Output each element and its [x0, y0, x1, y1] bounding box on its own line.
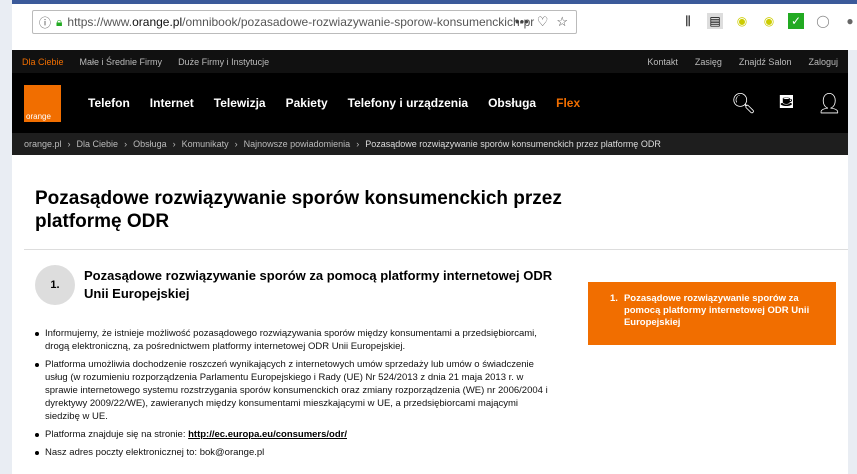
- menu-obsluga[interactable]: Obsługa: [488, 96, 536, 110]
- list-item: Informujemy, że istnieje możliwość pozas…: [34, 327, 554, 353]
- list-item: Platforma znajduje się na stronie: http:…: [34, 428, 554, 441]
- content-list: Informujemy, że istnieje możliwość pozas…: [34, 327, 554, 464]
- menu-internet[interactable]: Internet: [150, 96, 194, 110]
- info-icon[interactable]: ⓘ: [39, 14, 51, 31]
- menu-telefony[interactable]: Telefony i urządzenia: [348, 96, 468, 110]
- more-button[interactable]: •••: [515, 14, 529, 30]
- divider: [24, 249, 848, 250]
- check-extension-icon[interactable]: ✓: [788, 13, 804, 29]
- bookmark-star-icon[interactable]: ☆: [556, 14, 568, 30]
- topnav-dla-ciebie[interactable]: Dla Ciebie: [22, 57, 64, 67]
- library-icon[interactable]: ⫼: [680, 13, 696, 29]
- page-title: Pozasądowe rozwiązywanie sporów konsumen…: [35, 188, 562, 232]
- crumb-current: Pozasądowe rozwiązywanie sporów konsumen…: [365, 139, 661, 149]
- topnav-kontakt[interactable]: Kontakt: [647, 57, 678, 67]
- sidebar-toc-item[interactable]: 1. Pozasądowe rozwiązywanie sporów za pom…: [588, 282, 836, 345]
- search-icon[interactable]: 🔍︎: [731, 91, 756, 116]
- breadcrumb: orange.pl › Dla Ciebie › Obsługa › Komunika…: [12, 133, 848, 155]
- account-icon[interactable]: ●: [842, 13, 857, 29]
- pocket-icon[interactable]: ♡: [537, 14, 549, 30]
- browser-toolbar: ⓘ 🔒︎ https://www.orange.pl/omnibook/poza…: [12, 0, 857, 50]
- crumb-powiadomienia[interactable]: Najnowsze powiadomienia: [244, 139, 351, 149]
- menu-pakiety[interactable]: Pakiety: [286, 96, 328, 110]
- crumb-dla-ciebie[interactable]: Dla Ciebie: [77, 139, 119, 149]
- menu-flex[interactable]: Flex: [556, 96, 580, 110]
- top-nav: Dla Ciebie Małe i Średnie Firmy Duże Fir…: [12, 50, 848, 73]
- extension-search-icon[interactable]: ◉: [734, 13, 750, 29]
- crumb-obsluga[interactable]: Obsługa: [133, 139, 167, 149]
- list-item: Nasz adres poczty elektronicznej to: bok…: [34, 446, 554, 459]
- github-icon[interactable]: ◯: [815, 13, 831, 29]
- section-title: Pozasądowe rozwiązywanie sporów za pomoc…: [84, 268, 553, 301]
- user-icon[interactable]: 👤︎: [817, 91, 842, 116]
- sidebar-icon[interactable]: ▤: [707, 13, 723, 29]
- topnav-msp[interactable]: Małe i Średnie Firmy: [80, 57, 163, 67]
- list-item: Platforma umożliwia dochodzenie roszczeń…: [34, 358, 554, 423]
- orange-logo[interactable]: orange: [24, 84, 61, 122]
- extension-home-icon[interactable]: ◉: [761, 13, 777, 29]
- main-nav: orange Telefon Internet Telewizja Pakiet…: [12, 73, 848, 133]
- basket-icon[interactable]: ⛾: [778, 91, 794, 116]
- section-number: 1.: [35, 265, 75, 305]
- topnav-zaloguj[interactable]: Zaloguj: [808, 57, 838, 67]
- crumb-home[interactable]: orange.pl: [24, 139, 62, 149]
- topnav-znajdz-salon[interactable]: Znajdź Salon: [739, 57, 792, 67]
- odr-link[interactable]: http://ec.europa.eu/consumers/odr/: [188, 429, 347, 440]
- menu-telefon[interactable]: Telefon: [88, 96, 130, 110]
- topnav-duze-firmy[interactable]: Duże Firmy i Instytucje: [178, 57, 269, 67]
- url-bar[interactable]: ⓘ 🔒︎ https://www.orange.pl/omnibook/poza…: [32, 10, 577, 34]
- page: Dla Ciebie Małe i Średnie Firmy Duże Fir…: [12, 50, 848, 474]
- menu-telewizja[interactable]: Telewizja: [214, 96, 266, 110]
- topnav-zasieg[interactable]: Zasięg: [695, 57, 722, 67]
- lock-icon: 🔒︎: [56, 14, 63, 29]
- crumb-komunikaty[interactable]: Komunikaty: [182, 139, 229, 149]
